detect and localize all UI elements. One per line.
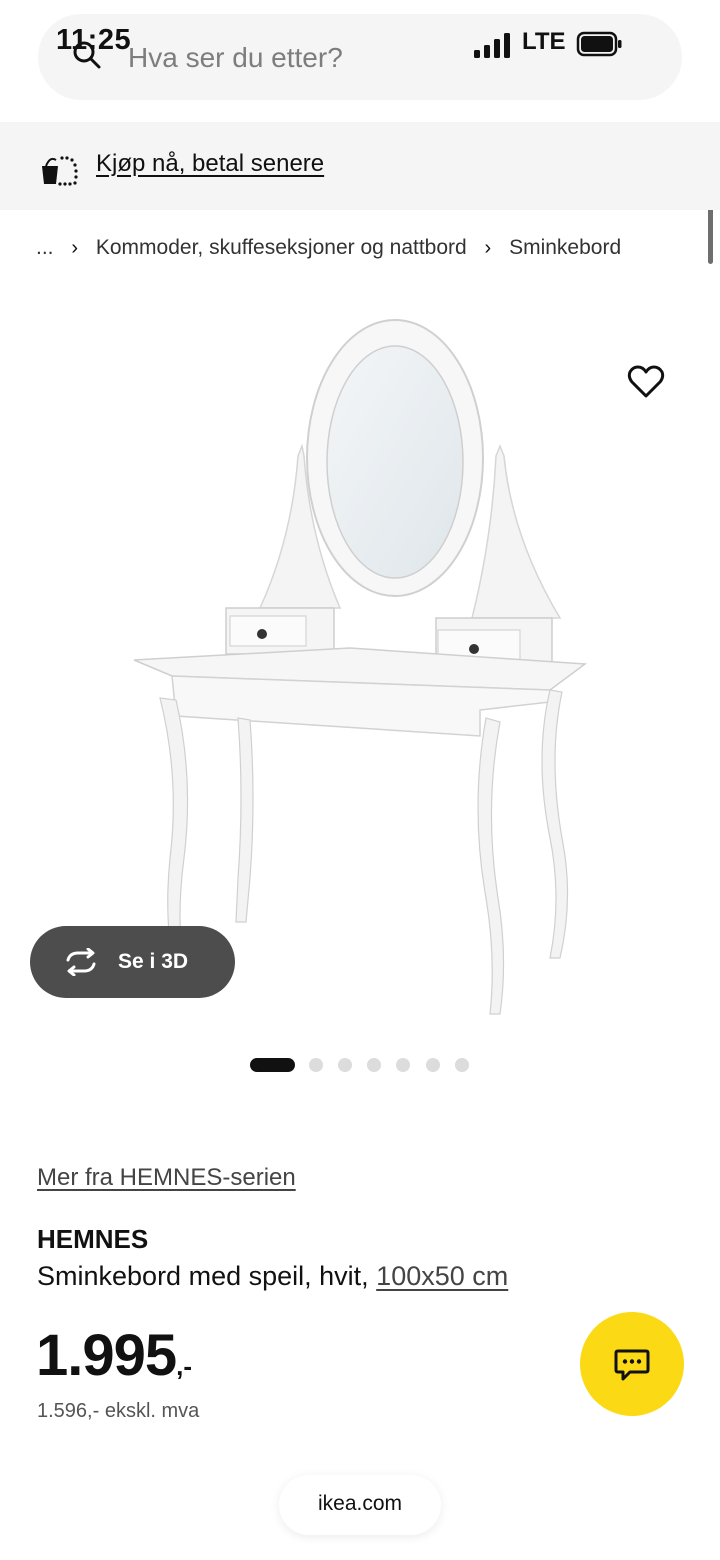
product-description: Sminkebord med speil, hvit, 100x50 cm (37, 1261, 508, 1292)
carousel-dot-2[interactable] (309, 1058, 323, 1072)
signal-icon (474, 33, 510, 58)
product-name: HEMNES (37, 1224, 149, 1254)
carousel-dot-1[interactable] (250, 1058, 295, 1072)
browser-url-bar[interactable]: ikea.com (279, 1475, 441, 1535)
product-description-text: Sminkebord med speil, hvit, (37, 1261, 369, 1291)
price-suffix: ,- (176, 1351, 193, 1381)
series-link[interactable]: Mer fra HEMNES-serien (37, 1164, 296, 1192)
bnpl-banner[interactable]: Kjøp nå, betal senere (0, 122, 720, 210)
chevron-right-icon: › (71, 236, 79, 259)
browser-url-text: ikea.com (317, 1492, 403, 1515)
status-time: 11:25 (56, 24, 132, 56)
carousel-dot-5[interactable] (396, 1058, 410, 1072)
carousel-dot-3[interactable] (338, 1058, 352, 1072)
chevron-right-icon: › (484, 236, 492, 259)
price-main: 1.995 (36, 1323, 177, 1388)
battery-icon (576, 31, 622, 57)
carousel-dots (250, 1056, 490, 1074)
search-input[interactable]: Hva ser du etter? (128, 42, 343, 74)
bnpl-icon (42, 156, 78, 186)
heart-icon[interactable] (627, 364, 665, 400)
breadcrumb-item-sminkebord[interactable]: Sminkebord (509, 236, 621, 260)
network-label: LTE (522, 28, 566, 55)
breadcrumb: ... › Kommoder, skuffeseksjoner og nattb… (36, 236, 716, 266)
chat-button[interactable] (580, 1312, 684, 1416)
breadcrumb-item-kommoder[interactable]: Kommoder, skuffeseksjoner og nattbord (96, 236, 467, 260)
rotate-3d-icon (66, 948, 96, 976)
price-ex-vat: 1.596,- ekskl. mva (37, 1400, 200, 1422)
chat-icon (614, 1349, 650, 1381)
product-image[interactable] (120, 318, 600, 1018)
carousel-dot-7[interactable] (455, 1058, 469, 1072)
price: 1.995,- (36, 1322, 193, 1388)
breadcrumb-ellipsis[interactable]: ... (36, 236, 54, 260)
carousel-dot-6[interactable] (426, 1058, 440, 1072)
product-dimensions-link[interactable]: 100x50 cm (376, 1261, 508, 1291)
bnpl-link[interactable]: Kjøp nå, betal senere (96, 150, 324, 178)
view-3d-button[interactable]: Se i 3D (30, 926, 235, 998)
view-3d-label: Se i 3D (118, 950, 189, 973)
carousel-dot-4[interactable] (367, 1058, 381, 1072)
